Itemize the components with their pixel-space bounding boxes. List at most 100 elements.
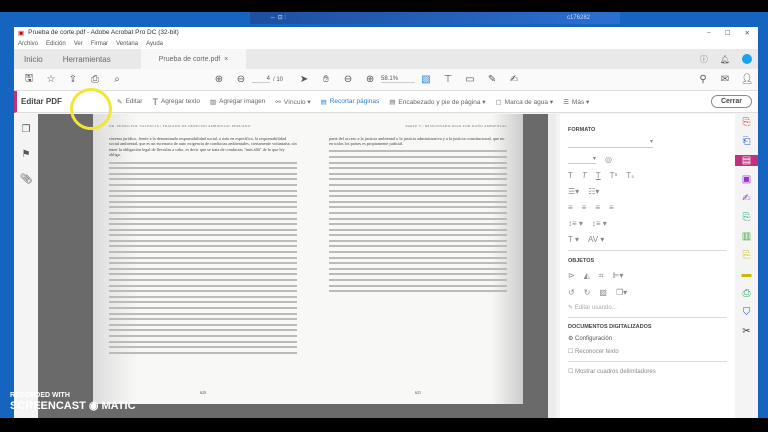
combine-icon[interactable]: ▥ [742,231,751,242]
agregar-texto-button[interactable]: T Agregar texto [152,97,200,107]
bullet-list-icon[interactable]: ☰▾ [568,187,579,196]
crop-icon[interactable]: ⌗ [599,271,604,281]
arrange-icon[interactable]: ⊫▾ [612,271,623,281]
page-down-icon[interactable]: ⊖ [230,74,252,85]
char-spacing-icon[interactable]: AV ▾ [588,235,604,244]
replace-image-icon[interactable]: ▨ [599,288,607,297]
zoom-in-icon[interactable]: ⊕ [359,74,381,85]
scale-icon[interactable]: T ▾ [568,235,579,244]
agregar-imagen-button[interactable]: ▨ Agregar imagen [210,98,265,106]
text-icon: T [152,96,158,107]
protect-file-icon[interactable]: ⎘ [743,250,751,261]
rotate-right-icon[interactable]: ↻ [584,288,591,297]
editar-button[interactable]: ✎ Editar [117,98,142,106]
italic-icon[interactable]: T [582,171,587,180]
organize-icon[interactable]: ▣ [742,174,751,185]
pen-icon[interactable]: ✎ [481,74,503,85]
pages-icon[interactable]: ❐ [22,124,31,135]
flip-icon[interactable]: ⊳ [568,271,575,281]
hand-icon[interactable]: ✋︎ [315,74,337,85]
color-picker[interactable]: ◎ [605,155,612,164]
encabezado-button[interactable]: ▤ Encabezado y pie de página ▾ [389,98,485,106]
justify-icon[interactable]: ≡ [609,203,614,212]
document-view[interactable]: DR. PEDRO POL VALENCIA | TRATADO DE DERE… [38,114,548,418]
export-pdf-icon[interactable]: ⎘ [743,117,751,128]
mostrar-cuadros-checkbox[interactable]: ☐ Mostrar cuadros delimitadores [568,368,727,375]
attachment-icon[interactable]: 📎︎ [20,174,33,185]
editar-usando[interactable]: ✎ Editar usando... [568,304,727,318]
help-icon[interactable]: ⓘ [700,54,708,65]
objects-heading: OBJETOS [568,258,595,264]
configuracion-button[interactable]: ⚙ Configuración [568,335,727,342]
comment-icon[interactable]: ▭ [459,74,481,85]
group-icon[interactable]: ❐▾ [616,288,627,297]
upload-icon[interactable]: ⇪ [62,74,84,85]
tab-herramientas[interactable]: Herramientas [53,55,121,64]
watermark-icon: ▢ [495,98,502,106]
menu-edicion[interactable]: Edición [46,41,66,47]
line-spacing-icon[interactable]: ↕≡ ▾ [568,219,583,228]
numbered-list-icon[interactable]: ☷▾ [588,187,599,196]
scanned-heading: DOCUMENTOS DIGITALIZADOS [568,324,652,330]
zoom-out-icon[interactable]: ⊖ [337,74,359,85]
star-icon[interactable]: ☆ [40,74,62,85]
tab-close-icon[interactable]: × [224,56,228,63]
mas-button[interactable]: ☰ Más ▾ [563,98,589,106]
superscript-icon[interactable]: Tˢ [610,171,618,180]
align-right-icon[interactable]: ≡ [595,203,600,212]
protect-icon[interactable]: ⛉ [743,307,751,318]
tab-inicio[interactable]: Inicio [14,55,53,64]
vertical-scrollbar[interactable] [548,114,556,418]
cerrar-button[interactable]: Cerrar [710,95,752,108]
zoom-select[interactable]: 58.1% [381,76,416,83]
page-number-input[interactable]: 4 [252,76,270,83]
vinculo-button[interactable]: ⚯ Vínculo ▾ [275,98,310,106]
bold-icon[interactable]: T [568,171,573,180]
add-user-icon[interactable]: 👤︎ [736,74,758,85]
fill-sign-icon[interactable]: ✍︎ [742,193,750,204]
menu-ver[interactable]: Ver [74,41,83,47]
minimize-button[interactable]: – [707,29,711,37]
avatar[interactable] [742,54,752,64]
print-production-icon[interactable]: ⎙ [743,288,751,299]
mail-icon[interactable]: ✉ [714,74,736,85]
tab-document[interactable]: Prueba de corte.pdf × [140,49,247,69]
reconocer-texto-checkbox[interactable]: ☐ Reconocer texto [568,348,727,362]
marca-agua-button[interactable]: ▢ Marca de agua ▾ [496,98,554,106]
maximize-button[interactable]: ☐ [725,29,731,37]
bookmark-icon[interactable]: ⚑ [22,149,31,160]
text-style-row: T T T Tˢ Tₛ [568,171,727,180]
close-button[interactable]: ✕ [745,29,750,37]
rotate-left-icon[interactable]: ↺ [568,288,575,297]
menu-firmar[interactable]: Firmar [91,41,108,47]
print-icon[interactable]: ⎙ [84,74,106,85]
page-up-icon[interactable]: ⊕ [208,74,230,85]
recortar-paginas-button[interactable]: ▤ Recortar páginas [321,98,380,106]
save-icon[interactable]: 🖫 [18,71,40,88]
underline-icon[interactable]: T [596,171,601,180]
font-select[interactable]: ▾ [568,138,653,148]
font-size-select[interactable]: ▾ [568,155,596,164]
search-icon[interactable]: ⌕ [106,74,128,85]
edit-pdf-icon[interactable]: ▤ [735,155,758,166]
sign-icon[interactable]: ✍︎ [503,74,525,85]
menu-bar: Archivo Edición Ver Firmar Ventana Ayuda [14,38,758,49]
align-center-icon[interactable]: ≡ [582,203,587,212]
wm-line1: RECORDED WITH [10,392,70,399]
menu-ventana[interactable]: Ventana [116,41,138,47]
mirror-icon[interactable]: ◭ [584,271,590,281]
comment-tool-icon[interactable]: ▬ [742,269,752,280]
fit-page-icon[interactable]: ▧ [415,74,437,85]
stamp-icon[interactable]: ⊤ [437,74,459,85]
select-arrow-icon[interactable]: ➤ [293,74,315,85]
bell-icon[interactable]: 🔔︎ [720,55,730,64]
create-pdf-icon[interactable]: ⎗ [743,136,751,147]
more-tools-icon[interactable]: ✂ [742,326,750,337]
share-link-icon[interactable]: ⚲ [692,74,714,85]
align-left-icon[interactable]: ≡ [568,203,573,212]
menu-archivo[interactable]: Archivo [18,41,38,47]
enhance-scan-icon[interactable]: ⎘ [743,212,751,223]
subscript-icon[interactable]: Tₛ [626,171,634,180]
paragraph-spacing-icon[interactable]: ↕≡ ▾ [592,219,607,228]
menu-ayuda[interactable]: Ayuda [146,41,163,47]
